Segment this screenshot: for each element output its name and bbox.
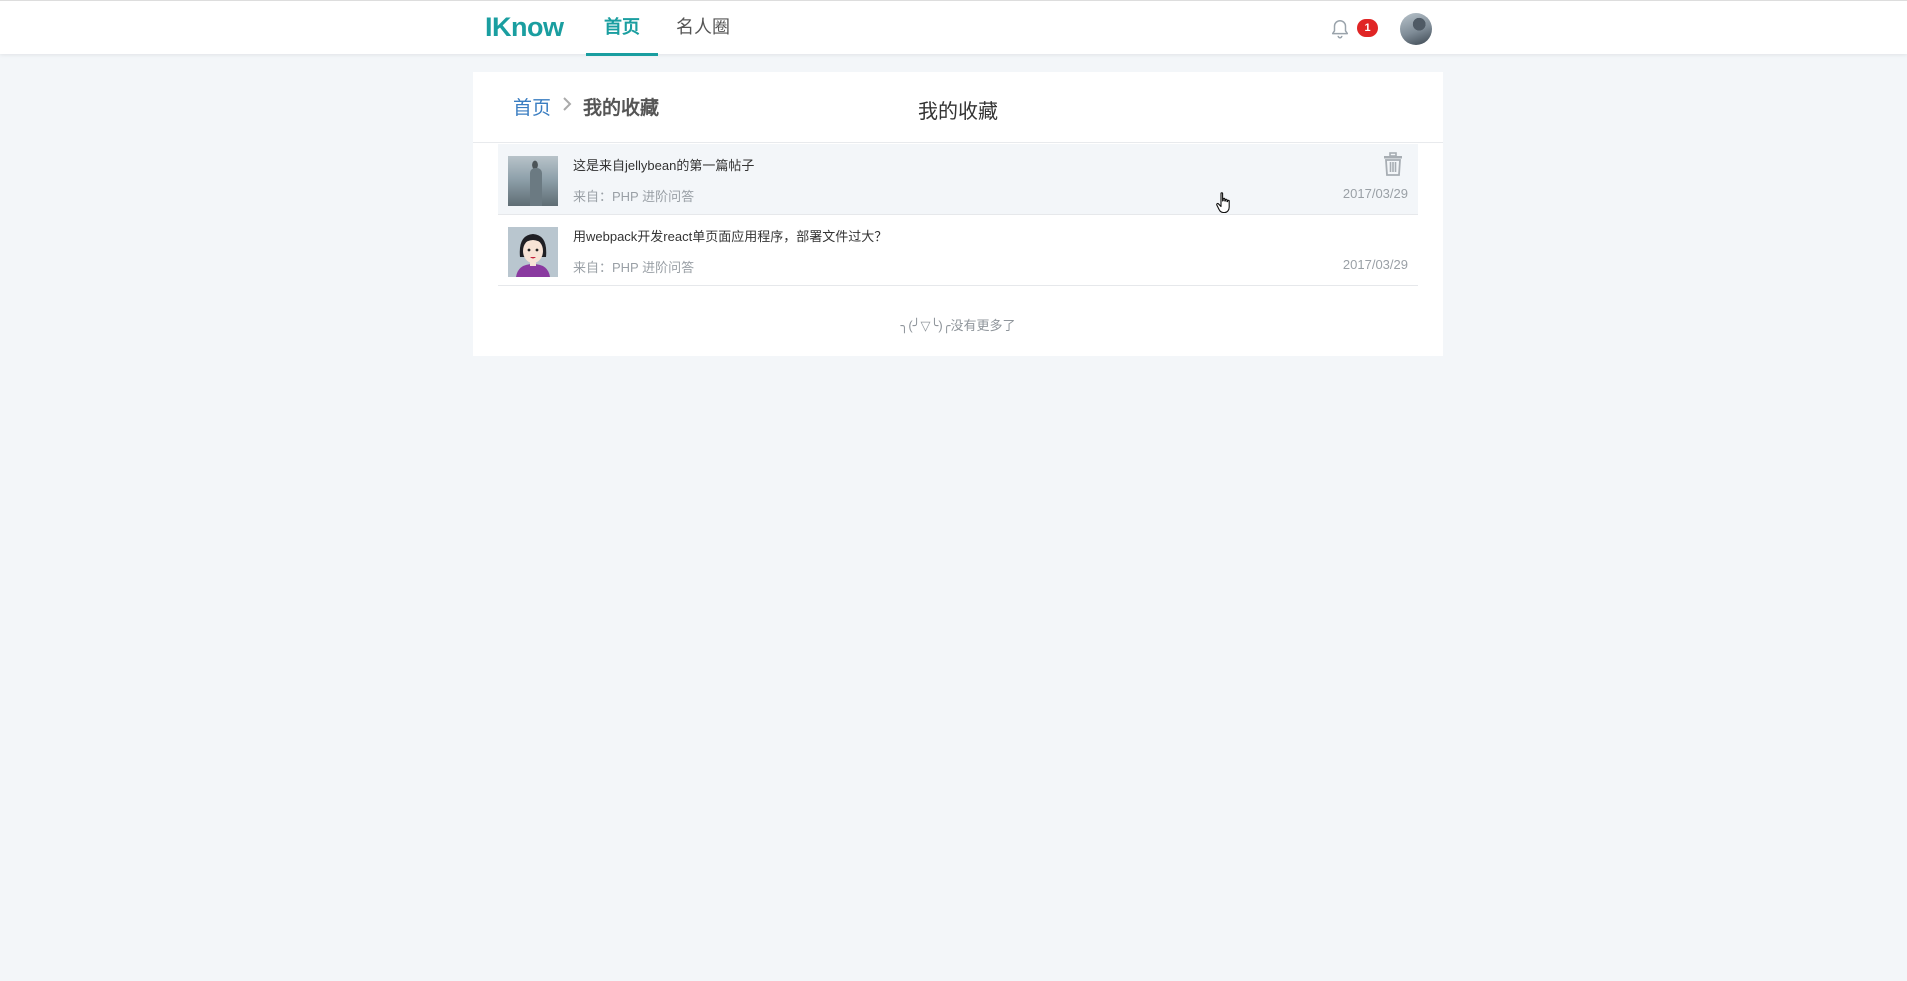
breadcrumb-current: 我的收藏 [583,98,660,119]
user-avatar[interactable] [1400,13,1432,45]
page-title: 我的收藏 [918,101,998,123]
post-title[interactable]: 这是来自jellybean的第一篇帖子 [573,155,754,174]
card-header: 首页 我的收藏 我的收藏 [473,72,1443,143]
favorites-list: 这是来自jellybean的第一篇帖子 来自：PHP 进阶问答 2017/03/… [498,144,1418,286]
post-source: 来自：PHP 进阶问答 [573,189,695,204]
post-source: 来自：PHP 进阶问答 [573,260,695,275]
logo[interactable]: IKnow [485,12,564,43]
breadcrumb-home-link[interactable]: 首页 [513,93,551,120]
trash-icon[interactable] [1382,152,1404,176]
landscape-person-thumbnail[interactable] [508,156,558,206]
list-item[interactable]: 这是来自jellybean的第一篇帖子 来自：PHP 进阶问答 2017/03/… [498,144,1418,215]
no-more-indicator: ╮(╯▽╰)╭没有更多了 [900,318,1016,333]
list-item[interactable]: 用webpack开发react单页面应用程序，部署文件过大？ 来自：PHP 进阶… [498,215,1418,286]
favorites-card: 首页 我的收藏 我的收藏 这是来自jellybean的第一篇帖子 来自：PHP … [473,72,1443,356]
bell-icon[interactable] [1329,18,1351,40]
top-navbar: IKnow 首页 名人圈 1 [0,0,1907,56]
nav-tab-celebrity-circle[interactable]: 名人圈 [672,1,734,56]
nav-tab-home[interactable]: 首页 [586,1,658,56]
hand-cursor-icon [1216,192,1230,214]
post-date: 2017/03/29 [1342,257,1408,272]
chevron-right-icon [563,97,572,111]
post-date: 2017/03/29 [1342,186,1408,201]
girl-avatar-thumbnail[interactable] [508,227,558,277]
post-title[interactable]: 用webpack开发react单页面应用程序，部署文件过大？ [573,226,887,245]
notification-badge: 1 [1357,19,1378,37]
